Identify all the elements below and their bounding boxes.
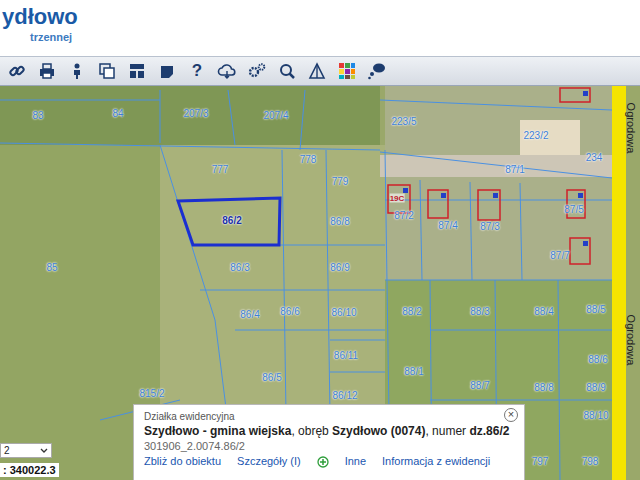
site-subtitle: trzennej xyxy=(2,30,634,44)
layout-icon[interactable] xyxy=(126,60,148,82)
parcel-label[interactable]: 87/3 xyxy=(480,221,499,233)
popup-link[interactable]: Zbliż do obiektu xyxy=(144,454,221,469)
map-view[interactable]: 83 84 207/3 207/4 223/5 223/2 234 777 778 779 87/1… xyxy=(0,86,640,480)
parcel-label[interactable]: 779 xyxy=(332,176,349,188)
location-part: Szydłowo (0074) xyxy=(332,424,425,438)
parcel-label[interactable]: 87/4 xyxy=(438,220,457,232)
parcel-label[interactable]: 86/8 xyxy=(330,216,349,228)
site-title: ydłowo xyxy=(2,4,634,30)
parcel-label[interactable]: 88/10 xyxy=(583,410,608,422)
add-icon[interactable] xyxy=(317,456,329,468)
parcel-label[interactable]: 88/5 xyxy=(586,304,605,316)
comment-icon[interactable] xyxy=(366,60,388,82)
parcel-label[interactable]: 778 xyxy=(300,154,317,166)
parcel-label[interactable]: 207/3 xyxy=(183,108,208,120)
parcel-label[interactable]: 86/3 xyxy=(230,262,249,274)
parcel-label[interactable]: 88/1 xyxy=(404,366,423,378)
parcel-label[interactable]: 85 xyxy=(46,262,57,274)
parcel-label[interactable]: 815/2 xyxy=(139,388,164,400)
scale-value: 2 xyxy=(4,444,10,457)
parcel-label[interactable]: 223/2 xyxy=(523,130,548,142)
popup-link[interactable]: Szczegóły (I) xyxy=(237,454,301,469)
street-label: Ogrodowa xyxy=(625,103,637,154)
parcel-outline[interactable] xyxy=(178,198,280,245)
header: ydłowo trzennej xyxy=(0,0,640,56)
parcel-id: 301906_2.0074.86/2 xyxy=(144,439,514,454)
parcel-label[interactable]: 83 xyxy=(32,110,43,122)
popup-links: Zbliż do obiektu Szczegóły (I) Inne Informa… xyxy=(144,454,514,469)
measure-icon[interactable] xyxy=(306,60,328,82)
building-label: 19C xyxy=(390,194,405,203)
location-part: , obręb xyxy=(291,424,332,438)
parcel-label[interactable]: 234 xyxy=(586,152,603,164)
location-part: Szydłowo - gmina wiejska xyxy=(144,424,291,438)
popup-title: Działka ewidencyjna xyxy=(144,410,514,423)
parcel-label[interactable]: 88/7 xyxy=(470,380,489,392)
parcel-label[interactable]: 86/5 xyxy=(262,372,281,384)
parcel-label[interactable]: 798 xyxy=(582,456,599,468)
parcel-label[interactable]: 88/9 xyxy=(586,382,605,394)
parcel-label[interactable]: 223/5 xyxy=(391,116,416,128)
print-icon[interactable] xyxy=(36,60,58,82)
parcel-label[interactable]: 88/8 xyxy=(534,382,553,394)
popup-link[interactable]: Inne xyxy=(345,454,366,469)
parcel-info-popup: Działka ewidencyjna×Szydłowo - gmina wie… xyxy=(133,404,525,480)
popup-link[interactable]: Informacja z ewidencji xyxy=(382,454,490,469)
layers-grid-icon[interactable] xyxy=(336,60,358,82)
parcel-label[interactable]: 86/2 xyxy=(222,215,241,227)
location-part: dz.86/2 xyxy=(469,424,509,438)
copy-icon[interactable] xyxy=(96,60,118,82)
link-icon[interactable] xyxy=(6,60,28,82)
parcel-label[interactable]: 88/6 xyxy=(588,354,607,366)
scale-select[interactable]: 2 xyxy=(0,443,52,458)
parcel-location: Szydłowo - gmina wiejska, obręb Szydłowo… xyxy=(144,423,514,439)
street-label: Ogrodowa xyxy=(625,315,637,366)
parcel-label[interactable]: 797 xyxy=(532,456,549,468)
parcel-label[interactable]: 86/12 xyxy=(332,390,357,402)
parcel-label[interactable]: 84 xyxy=(112,108,123,120)
toolbar: ? xyxy=(0,56,640,86)
coordinates: : 340022.3 xyxy=(0,463,59,477)
parcel-label[interactable]: 88/2 xyxy=(402,306,421,318)
close-button[interactable]: × xyxy=(504,408,518,422)
cloud-icon[interactable] xyxy=(216,60,238,82)
parcel-label[interactable]: 88/4 xyxy=(534,306,553,318)
parcel-label[interactable]: 86/9 xyxy=(330,262,349,274)
parcel-label[interactable]: 87/1 xyxy=(505,164,524,176)
parcel-label[interactable]: 86/11 xyxy=(334,350,358,362)
parcel-label[interactable]: 207/4 xyxy=(263,110,288,122)
parcel-label[interactable]: 88/3 xyxy=(470,306,489,318)
parcel-label[interactable]: 86/6 xyxy=(280,306,299,318)
parcel-label[interactable]: 777 xyxy=(212,164,229,176)
zoom-icon[interactable] xyxy=(276,60,298,82)
person-icon[interactable] xyxy=(66,60,88,82)
chevron-down-icon[interactable] xyxy=(40,448,48,454)
location-part: , numer xyxy=(425,424,469,438)
gears-icon[interactable] xyxy=(246,60,268,82)
help-button[interactable]: ? xyxy=(186,60,208,82)
shape-icon[interactable] xyxy=(156,60,178,82)
parcel-label[interactable]: 86/4 xyxy=(240,309,259,321)
parcel-label[interactable]: 86/10 xyxy=(331,307,356,319)
parcel-label[interactable]: 87/2 xyxy=(394,210,413,222)
parcel-label[interactable]: 87/5 xyxy=(564,204,583,216)
parcel-label[interactable]: 87/7 xyxy=(550,250,569,262)
